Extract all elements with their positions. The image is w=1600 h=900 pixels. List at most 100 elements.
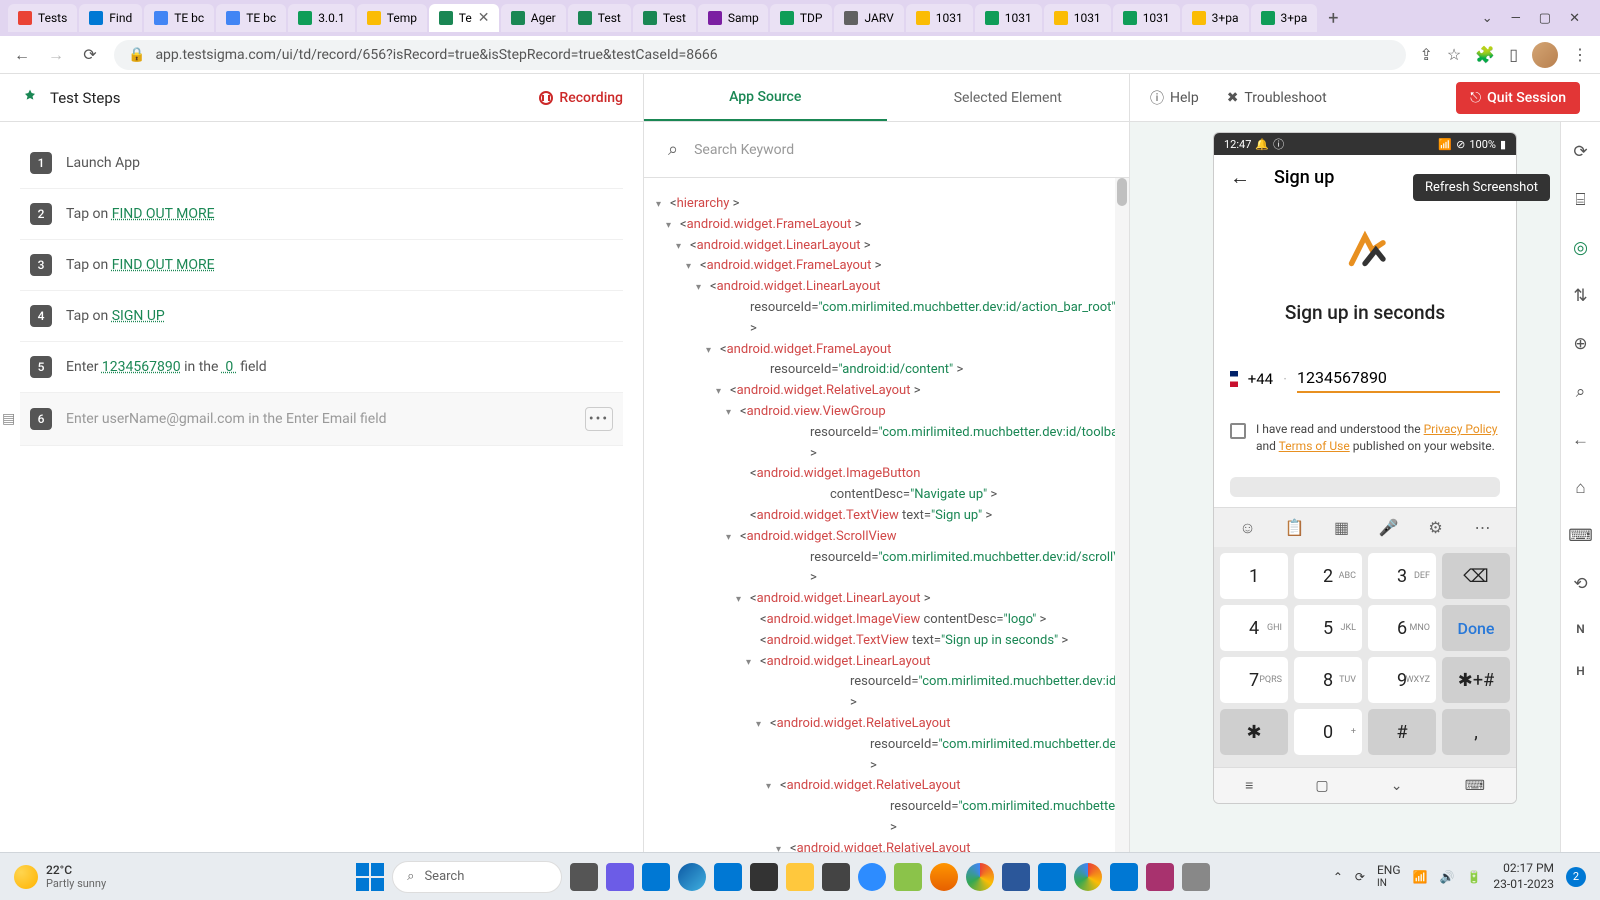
- browser-tab[interactable]: Find: [79, 4, 142, 32]
- tab-app-source[interactable]: App Source: [644, 74, 887, 121]
- tree-node[interactable]: <android.widget.TextView text="Sign up" …: [656, 506, 1117, 527]
- keyboard-key[interactable]: ,: [1442, 709, 1510, 755]
- browser-tab[interactable]: Test: [633, 4, 696, 32]
- caret-icon[interactable]: ▾: [676, 239, 690, 255]
- kb-settings-icon[interactable]: ⚙: [1425, 517, 1447, 539]
- app-icon-firefox[interactable]: [930, 863, 958, 891]
- app-icon-2[interactable]: [642, 863, 670, 891]
- tap-icon[interactable]: ◎: [1573, 238, 1588, 258]
- browser-tab[interactable]: Tests: [8, 4, 77, 32]
- step-link[interactable]: FIND OUT MORE: [112, 257, 215, 273]
- scrollbar-thumb[interactable]: [1117, 178, 1127, 206]
- tree-node[interactable]: <android.widget.TextView text="Sign up i…: [656, 631, 1117, 652]
- step-link[interactable]: SIGN UP: [112, 308, 165, 324]
- taskview-icon[interactable]: [570, 863, 598, 891]
- keyboard-key[interactable]: Done: [1442, 605, 1510, 651]
- tray-lang[interactable]: ENG IN: [1377, 863, 1401, 889]
- kb-clipboard-icon[interactable]: 📋: [1284, 517, 1306, 539]
- caret-icon[interactable]: ▾: [726, 405, 740, 421]
- kb-gif-icon[interactable]: ▦: [1331, 517, 1353, 539]
- rotate-icon[interactable]: ⟲: [1573, 574, 1587, 594]
- app-icon-chrome2[interactable]: [1074, 863, 1102, 891]
- browser-tab[interactable]: 1031: [1113, 4, 1180, 32]
- extensions-icon[interactable]: 🧩: [1475, 45, 1495, 64]
- tree-node[interactable]: ▾<android.widget.FrameLayoutresourceId="…: [656, 340, 1117, 382]
- app-icon-mail[interactable]: [714, 863, 742, 891]
- keyboard-key[interactable]: 8TUV: [1294, 657, 1362, 703]
- step-row[interactable]: ▤6Enter userName@gmail.com in the Enter …: [20, 393, 623, 446]
- tray-wifi-icon[interactable]: 📶: [1413, 870, 1428, 884]
- nav-recent-icon[interactable]: ≡: [1245, 777, 1253, 794]
- step-link[interactable]: 1234567890: [102, 359, 181, 375]
- nav-home-icon[interactable]: ▢: [1315, 778, 1328, 794]
- privacy-checkbox[interactable]: [1230, 423, 1246, 439]
- tree-node[interactable]: ▾<android.widget.LinearLayout >: [656, 236, 1117, 257]
- swipe-icon[interactable]: ⇅: [1573, 286, 1587, 306]
- browser-tab[interactable]: Temp: [357, 4, 427, 32]
- browser-tab[interactable]: TDP: [770, 4, 833, 32]
- chevron-down-icon[interactable]: ⌄: [1482, 11, 1493, 26]
- tree-node[interactable]: ▾<android.widget.RelativeLayout >: [656, 381, 1117, 402]
- keyboard-key[interactable]: ⌫: [1442, 553, 1510, 599]
- new-tab-button[interactable]: +: [1319, 4, 1347, 32]
- caret-icon[interactable]: ▾: [686, 259, 700, 275]
- tree-node[interactable]: ▾<android.widget.RelativeLayoutresourceI…: [656, 776, 1117, 838]
- step-row[interactable]: 2Tap on FIND OUT MORE: [20, 189, 623, 240]
- search-input[interactable]: [694, 142, 1105, 158]
- browser-tab[interactable]: TE bc: [216, 4, 286, 32]
- bookmark-icon[interactable]: ☆: [1447, 45, 1461, 64]
- app-icon-snip[interactable]: [894, 863, 922, 891]
- caret-icon[interactable]: ▾: [666, 218, 680, 234]
- search2-icon[interactable]: ⌕: [1576, 382, 1586, 402]
- tree-node[interactable]: ▾<android.widget.ScrollViewresourceId="c…: [656, 527, 1117, 589]
- kb-emoji-icon[interactable]: ☺: [1237, 517, 1259, 539]
- caret-icon[interactable]: ▾: [736, 592, 750, 608]
- tab-close-icon[interactable]: ✕: [478, 10, 490, 26]
- tree-node[interactable]: ▾<android.widget.RelativeLayoutresourceI…: [656, 839, 1117, 852]
- h-button[interactable]: H: [1576, 664, 1585, 678]
- maximize-icon[interactable]: ▢: [1539, 11, 1551, 26]
- back-arrow-icon[interactable]: ←: [1572, 430, 1589, 450]
- keyboard-key[interactable]: 5JKL: [1294, 605, 1362, 651]
- step-link[interactable]: FIND OUT MORE: [112, 206, 215, 222]
- app-icon-notes[interactable]: [822, 863, 850, 891]
- tree-node[interactable]: ▾<android.widget.RelativeLayoutresourceI…: [656, 714, 1117, 776]
- app-icon-files[interactable]: [786, 863, 814, 891]
- refresh-icon[interactable]: ⟳: [1573, 142, 1587, 162]
- tree-node[interactable]: ▾<hierarchy >: [656, 194, 1117, 215]
- hierarchy-tree[interactable]: ▾<hierarchy > ▾<android.widget.FrameLayou…: [644, 178, 1129, 852]
- step-row[interactable]: 5Enter 1234567890 in the 0 field: [20, 342, 623, 393]
- step-menu-button[interactable]: •••: [585, 407, 613, 431]
- tab-selected-element[interactable]: Selected Element: [887, 74, 1130, 121]
- help-button[interactable]: ⓘ Help: [1150, 88, 1199, 108]
- app-icon-chrome[interactable]: [966, 863, 994, 891]
- browser-tab[interactable]: 1031: [906, 4, 973, 32]
- scrollbar[interactable]: [1115, 178, 1129, 852]
- step-row[interactable]: 1Launch App: [20, 138, 623, 189]
- tree-node[interactable]: ▾<android.widget.FrameLayout >: [656, 256, 1117, 277]
- caret-icon[interactable]: ▾: [656, 197, 670, 213]
- start-button[interactable]: [356, 863, 384, 891]
- keyboard-key[interactable]: 0+: [1294, 709, 1362, 755]
- quit-session-button[interactable]: ⎋ Quit Session: [1456, 82, 1580, 114]
- kb-mic-icon[interactable]: 🎤: [1378, 517, 1400, 539]
- country-code[interactable]: +44: [1248, 370, 1273, 388]
- tree-node[interactable]: ▾<android.widget.LinearLayout >: [656, 589, 1117, 610]
- tree-node[interactable]: <android.widget.ImageView contentDesc="l…: [656, 610, 1117, 631]
- phone-mirror[interactable]: 12:47 🔔 ⓘ 📶 ⊘ 100%▮ ← Sign up Sign up in…: [1213, 132, 1517, 804]
- browser-tab[interactable]: JARV: [834, 4, 903, 32]
- keyboard-key[interactable]: ✱+#: [1442, 657, 1510, 703]
- tray-chevron-icon[interactable]: ⌃: [1333, 870, 1343, 884]
- keyboard-key[interactable]: 6MNO: [1368, 605, 1436, 651]
- caret-icon[interactable]: ▾: [746, 655, 760, 671]
- keyboard-key[interactable]: 4GHI: [1220, 605, 1288, 651]
- nav-keyboard-icon[interactable]: ⌨: [1465, 778, 1485, 794]
- browser-tab[interactable]: 1031: [1044, 4, 1111, 32]
- phone-number-input[interactable]: [1297, 364, 1500, 393]
- browser-tab[interactable]: TE bc: [144, 4, 214, 32]
- browser-tab[interactable]: Te✕: [429, 4, 499, 32]
- weather-widget[interactable]: 22°C Partly sunny: [14, 863, 106, 890]
- minimize-icon[interactable]: —: [1511, 11, 1521, 26]
- uk-flag-icon[interactable]: [1230, 371, 1238, 387]
- kb-more-icon[interactable]: ⋯: [1472, 517, 1494, 539]
